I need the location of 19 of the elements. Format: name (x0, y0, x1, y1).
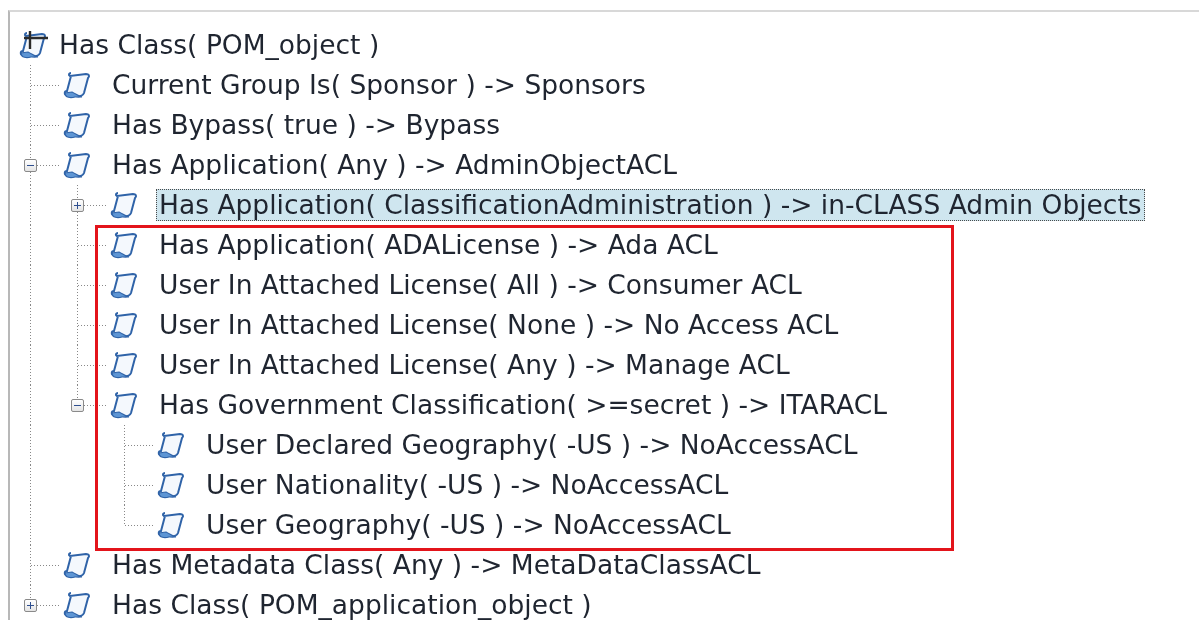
tree-item[interactable]: User Nationality( -US ) -> NoAccessACL (203, 469, 732, 501)
tree-item[interactable]: User Declared Geography( -US ) -> NoAccessACL (203, 429, 861, 461)
tree-item[interactable]: User In Attached License( None ) -> No Access ACL (156, 309, 842, 341)
tree-item[interactable]: Has Government Classification( >=secret ) -> ITARACL (156, 389, 890, 421)
tree-item[interactable]: User In Attached License( All ) -> Consumer ACL (156, 269, 805, 301)
tree-item[interactable]: Current Group Is( Sponsor ) -> Sponsors (109, 69, 649, 101)
expander-button[interactable] (71, 399, 84, 412)
tree-item[interactable]: Has Application( ADALicense ) -> Ada ACL (156, 229, 721, 261)
tree-item[interactable]: Has Application( ClassificationAdministration ) -> in-CLASS Admin Objects (156, 189, 1145, 221)
tree-item[interactable]: Has Class( POM_object ) (56, 29, 383, 61)
expander-button[interactable] (24, 599, 37, 612)
tree-item[interactable]: Has Bypass( true ) -> Bypass (109, 109, 503, 141)
expander-button[interactable] (71, 199, 84, 212)
tree-item[interactable]: Has Metadata Class( Any ) -> MetaDataClassACL (109, 549, 764, 581)
tree-item[interactable]: Has Application( Any ) -> AdminObjectACL (109, 149, 680, 181)
expander-button[interactable] (24, 159, 37, 172)
tree-item[interactable]: Has Class( POM_application_object ) (109, 589, 595, 620)
tree-item[interactable]: User In Attached License( Any ) -> Manage ACL (156, 349, 793, 381)
tree-item[interactable]: User Geography( -US ) -> NoAccessACL (203, 509, 734, 541)
